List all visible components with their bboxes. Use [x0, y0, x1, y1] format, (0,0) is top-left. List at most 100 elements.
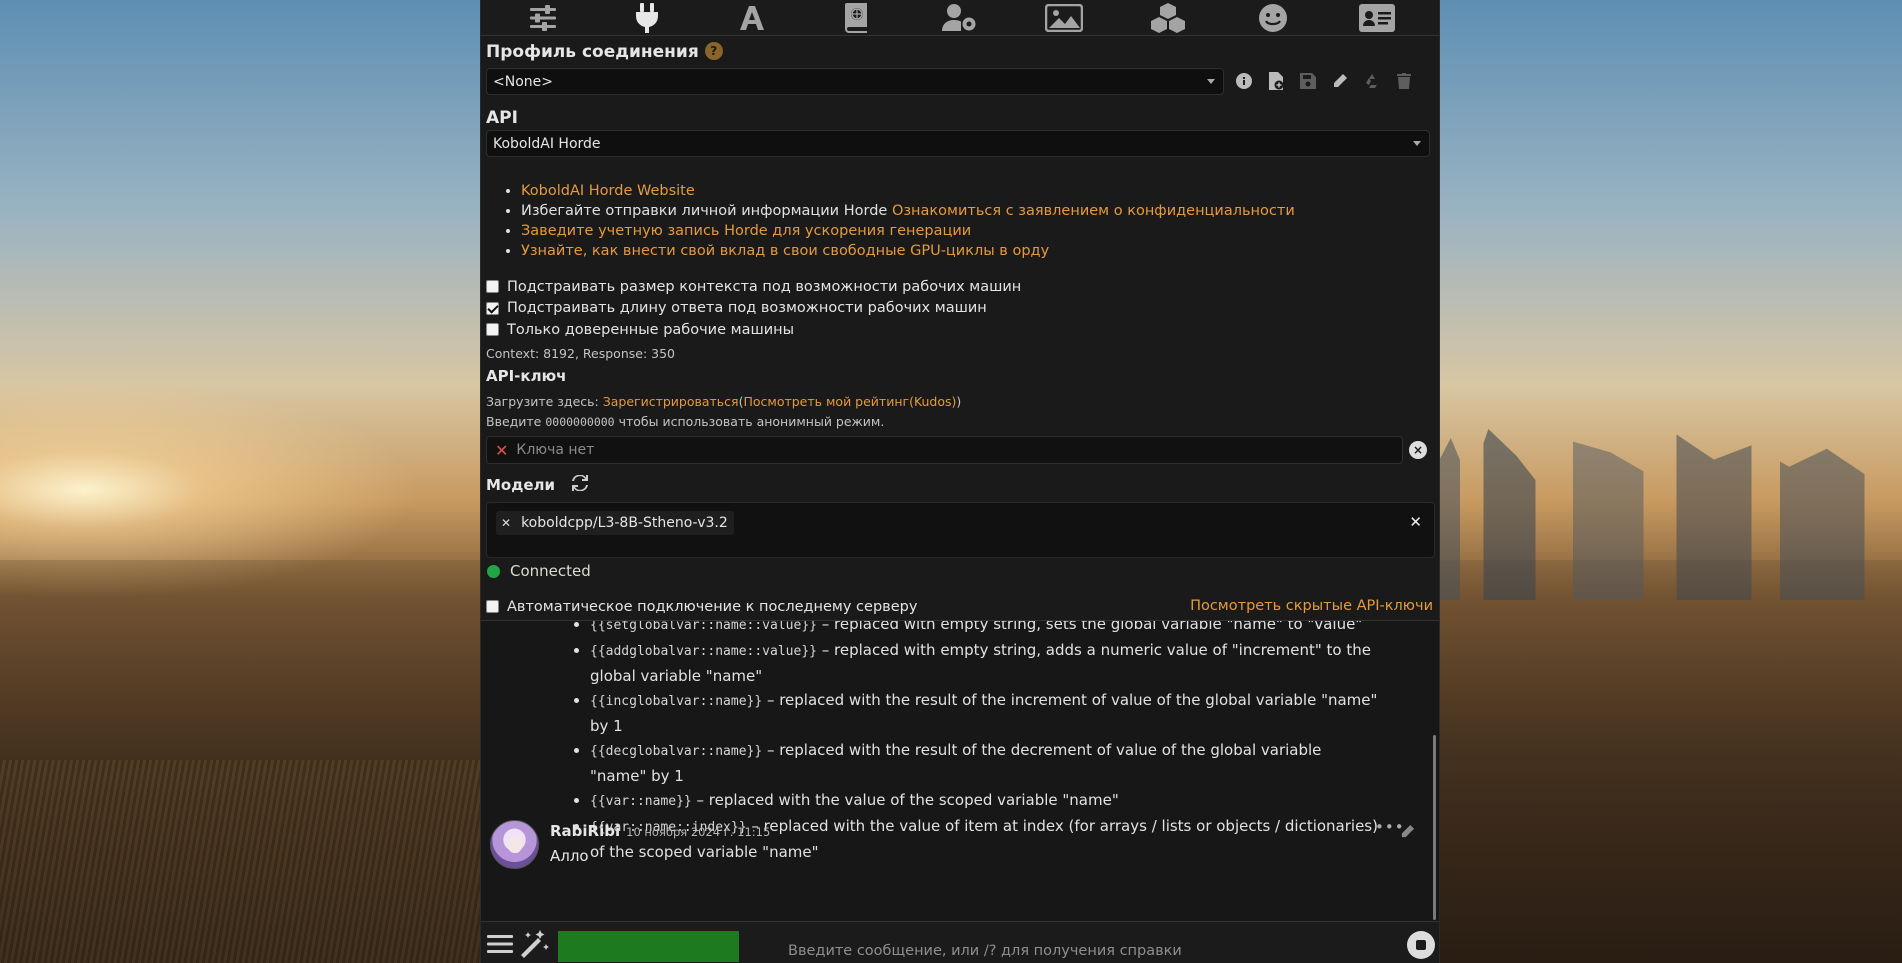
- connection-profile-select[interactable]: <None>: [486, 68, 1224, 95]
- checkbox-row[interactable]: Подстраивать размер контекста под возмож…: [481, 276, 1431, 298]
- auto-connect-label: Автоматическое подключение к последнему …: [507, 598, 918, 615]
- api-key-input[interactable]: ✕ Ключа нет: [486, 436, 1403, 464]
- chat-message: RabiRibi 10 ноября 2024 г. 11:15 Алло ••…: [490, 818, 1420, 900]
- input-highlight: [558, 931, 739, 962]
- model-chip: ✕ koboldcpp/L3-8B-Stheno-v3.2: [496, 511, 734, 535]
- checkbox-label: Подстраивать длину ответа под возможност…: [507, 300, 987, 317]
- refresh-icon[interactable]: [571, 474, 589, 495]
- contribute-gpu-link[interactable]: Узнайте, как внести свой вклад в свои св…: [521, 243, 1049, 259]
- list-item: Узнайте, как внести свой вклад в свои св…: [521, 241, 1471, 261]
- macro-code: {{decglobalvar::name}}: [590, 744, 763, 759]
- api-key-title: API-ключ: [486, 367, 567, 385]
- register-horde-link[interactable]: Заведите учетную запись Horde для ускоре…: [521, 223, 971, 239]
- api-select-value: KoboldAI Horde: [493, 135, 601, 152]
- api-title: API: [486, 108, 518, 128]
- message-timestamp: 10 ноября 2024 г. 11:15: [626, 825, 771, 839]
- message-input[interactable]: Введите сообщение, или /? для получения …: [788, 943, 1182, 959]
- status-dot-icon: [487, 564, 500, 578]
- user-gear-icon[interactable]: [940, 1, 980, 35]
- models-header: Модели: [486, 474, 589, 495]
- anon-code: 0000000000: [545, 415, 615, 429]
- privacy-statement-link[interactable]: Ознакомиться с заявлением о конфиденциал…: [892, 203, 1295, 219]
- api-connections-drawer: Профиль соединения? <None> API KoboldAI …: [481, 36, 1439, 621]
- list-item: {{decglobalvar::name}} – replaced with t…: [590, 738, 1380, 788]
- horde-info-list: KoboldAI Horde Website Избегайте отправк…: [521, 181, 1471, 261]
- auto-connect-row[interactable]: Автоматическое подключение к последнему …: [481, 596, 917, 618]
- message-header: RabiRibi 10 ноября 2024 г. 11:15: [550, 822, 770, 840]
- list-item: Избегайте отправки личной информации Hor…: [521, 201, 1471, 221]
- macro-code: {{addglobalvar::name::value}}: [590, 644, 817, 659]
- anon-hint-prefix: Введите: [486, 414, 542, 429]
- adjust-response-checkbox[interactable]: [486, 301, 499, 315]
- background-grass: [0, 760, 480, 963]
- smile-icon[interactable]: [1253, 1, 1293, 35]
- trash-icon[interactable]: [1391, 68, 1417, 94]
- avatar[interactable]: [490, 820, 539, 869]
- message-text: Алло: [550, 847, 589, 865]
- book-globe-icon[interactable]: [836, 1, 876, 35]
- worker-options: Подстраивать размер контекста под возмож…: [481, 276, 1431, 341]
- id-card-icon[interactable]: [1357, 1, 1397, 35]
- sliders-icon[interactable]: [523, 1, 563, 35]
- message-author: RabiRibi: [550, 822, 621, 840]
- connection-profile-title: Профиль соединения: [486, 42, 699, 62]
- close-icon: ✕: [495, 440, 509, 460]
- checkbox-row[interactable]: Подстраивать длину ответа под возможност…: [481, 298, 1431, 320]
- macro-code: {{incglobalvar::name}}: [590, 694, 763, 709]
- checkbox-label: Только доверенные рабочие машины: [507, 321, 795, 338]
- connected-label: Connected: [510, 562, 591, 580]
- save-icon[interactable]: [1295, 68, 1321, 94]
- adjust-context-checkbox[interactable]: [486, 280, 499, 294]
- anon-hint: Введите 0000000000 чтобы использовать ан…: [486, 414, 884, 429]
- list-item: {{addglobalvar::name::value}} – replaced…: [590, 638, 1380, 688]
- models-select[interactable]: ✕ koboldcpp/L3-8B-Stheno-v3.2 ✕: [486, 502, 1435, 558]
- top-navigation: [481, 0, 1439, 36]
- hidden-api-keys-link[interactable]: Посмотреть скрытые API-ключи: [1190, 598, 1433, 614]
- remove-model-icon[interactable]: ✕: [501, 516, 511, 530]
- help-icon[interactable]: ?: [704, 42, 723, 60]
- background-ruins: [1432, 429, 1902, 600]
- chevron-down-icon: [1413, 141, 1421, 146]
- magic-wand-icon[interactable]: [519, 930, 549, 962]
- cubes-icon[interactable]: [1148, 1, 1188, 35]
- pencil-icon[interactable]: [1327, 68, 1353, 94]
- model-chip-label: koboldcpp/L3-8B-Stheno-v3.2: [521, 515, 728, 531]
- anon-hint-suffix: чтобы использовать анонимный режим.: [618, 414, 885, 429]
- plug-icon[interactable]: [627, 1, 667, 35]
- stop-button[interactable]: [1407, 931, 1435, 959]
- kudos-link[interactable]: Посмотреть мой рейтинг(Kudos): [743, 394, 956, 409]
- edit-message-icon[interactable]: [1400, 824, 1415, 843]
- list-item: {{var::name}} – replaced with the value …: [590, 788, 1380, 814]
- trusted-workers-checkbox[interactable]: [486, 323, 499, 337]
- file-add-icon[interactable]: [1263, 68, 1289, 94]
- menu-icon[interactable]: [487, 933, 513, 959]
- horde-website-link[interactable]: KoboldAI Horde Website: [521, 183, 695, 199]
- models-title: Модели: [486, 476, 556, 494]
- load-here-text: Загрузите здесь:: [486, 394, 599, 409]
- api-key-placeholder: Ключа нет: [516, 442, 595, 458]
- clear-key-button[interactable]: ×: [1409, 441, 1427, 459]
- privacy-warning-text: Избегайте отправки личной информации Hor…: [521, 203, 888, 219]
- recycle-icon[interactable]: [1359, 68, 1385, 94]
- auto-connect-checkbox[interactable]: [486, 600, 499, 614]
- macro-desc: – replaced with the value of the scoped …: [691, 791, 1119, 809]
- image-icon[interactable]: [1044, 1, 1084, 35]
- list-item: Заведите учетную запись Horde для ускоре…: [521, 221, 1471, 241]
- checkbox-label: Подстраивать размер контекста под возмож…: [507, 278, 1022, 295]
- info-icon[interactable]: [1231, 68, 1257, 94]
- connection-status: Connected: [487, 562, 591, 580]
- api-select[interactable]: KoboldAI Horde: [486, 130, 1430, 157]
- connection-profile-value: <None>: [493, 73, 553, 90]
- register-link[interactable]: Зарегистрироваться: [603, 394, 739, 409]
- macro-code: {{var::name}}: [590, 794, 692, 809]
- api-key-links: Загрузите здесь: Зарегистрироваться(Посм…: [486, 394, 962, 409]
- stop-icon: [1416, 940, 1426, 950]
- chat-scrollbar-thumb[interactable]: [1433, 735, 1436, 920]
- clear-models-icon[interactable]: ✕: [1409, 513, 1422, 531]
- chevron-down-icon: [1207, 79, 1215, 84]
- list-item: KoboldAI Horde Website: [521, 181, 1471, 201]
- font-icon[interactable]: [732, 1, 772, 35]
- context-info: Context: 8192, Response: 350: [486, 346, 675, 361]
- checkbox-row[interactable]: Только доверенные рабочие машины: [481, 319, 1431, 341]
- list-item: {{incglobalvar::name}} – replaced with t…: [590, 688, 1380, 738]
